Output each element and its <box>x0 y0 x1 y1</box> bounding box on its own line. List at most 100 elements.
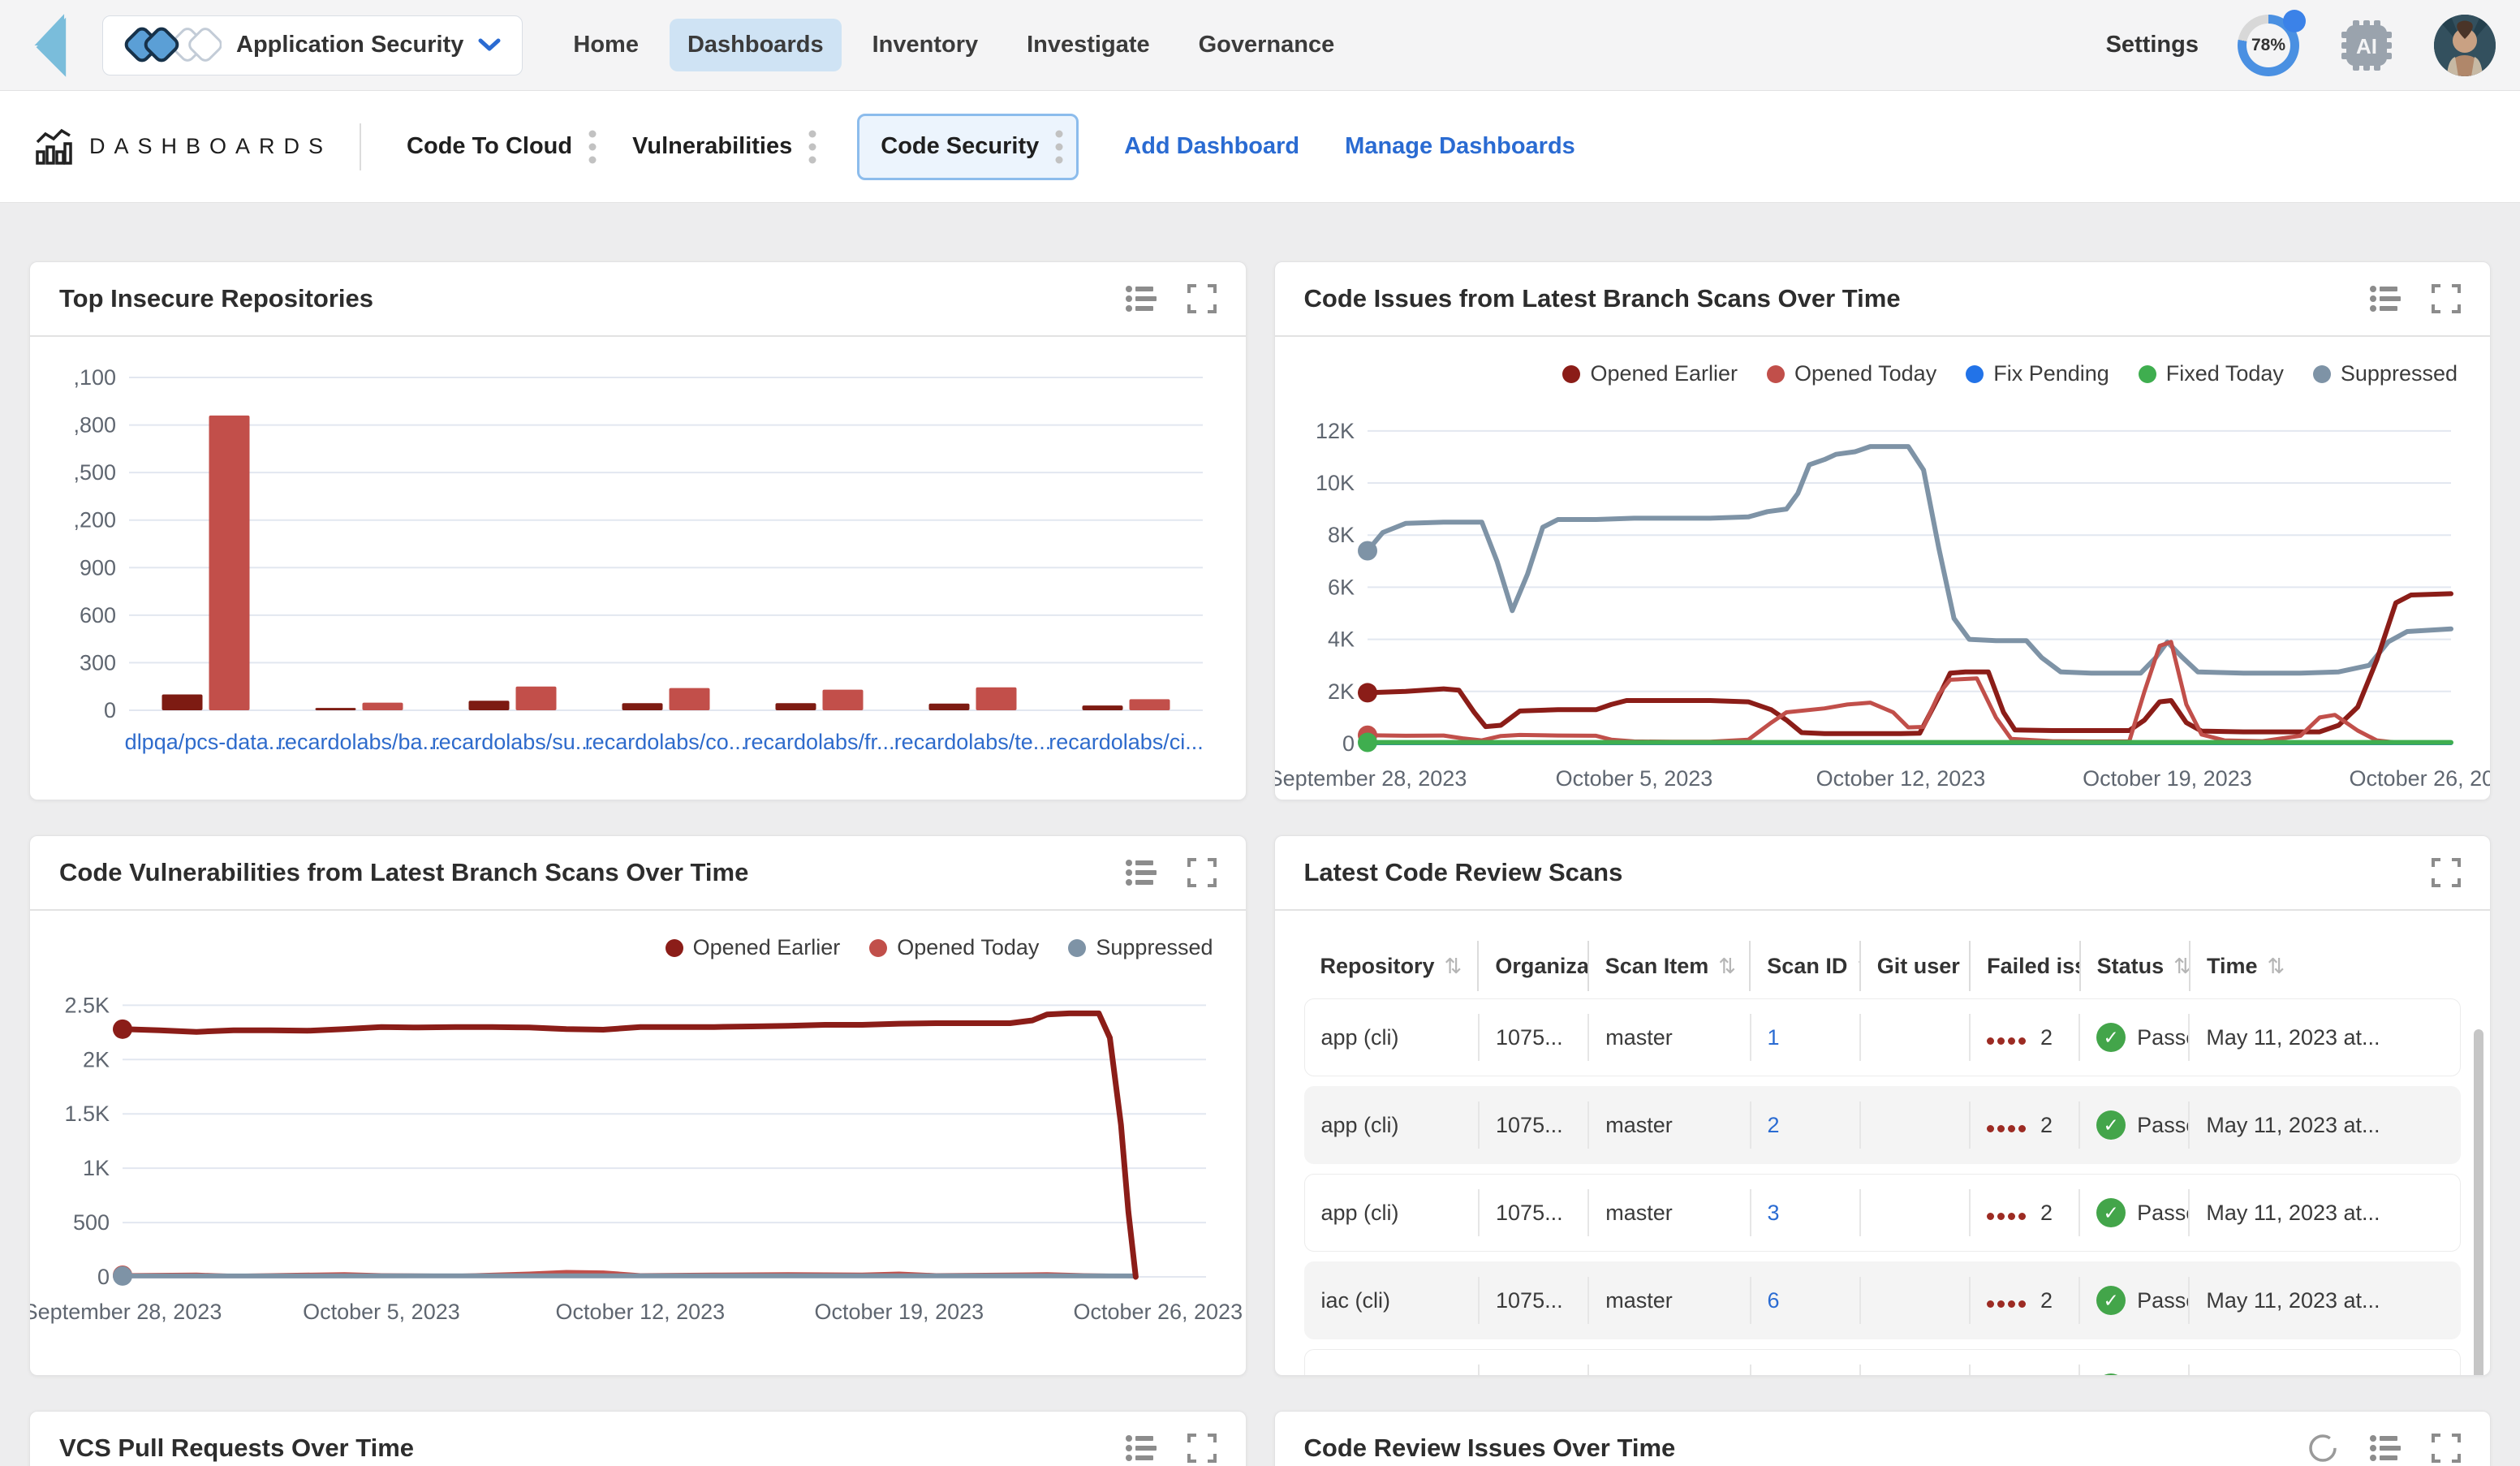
column-header-git_user[interactable]: Git user <box>1859 941 1969 991</box>
cell-organization: 1075... <box>1478 1365 1587 1376</box>
panel-top-insecure-repositories: Top Insecure Repositories 0300600900,200… <box>29 261 1247 800</box>
nav-item-home[interactable]: Home <box>555 19 657 71</box>
usage-progress-ring[interactable]: 78% <box>2238 15 2299 76</box>
list-view-icon[interactable] <box>2370 1434 2401 1462</box>
cell-scan_item: master <box>1587 1189 1749 1236</box>
column-header-repository[interactable]: Repository <box>1304 941 1478 991</box>
svg-text:900: 900 <box>80 555 116 580</box>
panel-code-review-issues: Code Review Issues Over Time <box>1274 1411 2492 1466</box>
list-view-icon[interactable] <box>1126 1434 1157 1462</box>
scan-id-link[interactable]: 1 <box>1768 1376 1780 1377</box>
tab-vulnerabilities[interactable]: Vulnerabilities <box>632 129 816 165</box>
legend-item[interactable]: Suppressed <box>1068 935 1213 960</box>
table-row[interactable]: app (cli)1075...master22✓PassedMay 11, 2… <box>1304 1086 2462 1164</box>
list-view-icon[interactable] <box>2370 285 2401 313</box>
panel-title: VCS Pull Requests Over Time <box>59 1434 414 1463</box>
cell-repository: code (cli) <box>1305 1365 1479 1376</box>
expand-icon[interactable] <box>1187 284 1217 313</box>
ai-assistant-icon[interactable]: AI <box>2338 17 2395 74</box>
expand-icon[interactable] <box>2432 1434 2461 1463</box>
expand-icon[interactable] <box>1187 858 1217 887</box>
column-header-status[interactable]: Status <box>2079 941 2189 991</box>
bar-category-link[interactable]: dlpqa/pcs-data... <box>125 730 287 754</box>
legend-dot-icon <box>1767 365 1785 383</box>
app-selector[interactable]: Application Security <box>102 15 523 75</box>
kebab-menu-icon[interactable] <box>588 129 597 165</box>
settings-link[interactable]: Settings <box>2106 32 2199 58</box>
panel-code-vulnerabilities-over-time: Code Vulnerabilities from Latest Branch … <box>29 835 1247 1376</box>
severity-dots-icon <box>1987 1201 2029 1226</box>
legend-item[interactable]: Opened Earlier <box>666 935 841 960</box>
svg-text:6K: 6K <box>1327 575 1354 599</box>
svg-text:October 12, 2023: October 12, 2023 <box>556 1300 726 1324</box>
nav-item-dashboards[interactable]: Dashboards <box>670 19 842 71</box>
severity-dots-icon <box>1987 1288 2029 1313</box>
nav-item-inventory[interactable]: Inventory <box>855 19 997 71</box>
legend-item[interactable]: Opened Today <box>1767 361 1936 386</box>
expand-icon[interactable] <box>2432 284 2461 313</box>
chart-legend: Opened Earlier Opened Today Fix Pending Fix… <box>1304 361 2458 386</box>
svg-text:2K: 2K <box>83 1047 110 1071</box>
tab-code-security[interactable]: Code Security <box>857 114 1079 180</box>
tab-code-to-cloud[interactable]: Code To Cloud <box>407 129 597 165</box>
legend-item[interactable]: Fix Pending <box>1966 361 2109 386</box>
sort-icon[interactable] <box>2173 954 2189 979</box>
nav-item-governance[interactable]: Governance <box>1181 19 1353 71</box>
table-row[interactable]: app (cli)1075...master12✓PassedMay 11, 2… <box>1304 998 2462 1076</box>
scan-id-link[interactable]: 3 <box>1768 1201 1780 1226</box>
sort-icon[interactable] <box>1445 954 1462 979</box>
legend-dot-icon <box>1068 939 1086 957</box>
legend-item[interactable]: Opened Today <box>869 935 1039 960</box>
kebab-menu-icon[interactable] <box>808 129 816 165</box>
bar-category-link[interactable]: recardolabs/fr... <box>743 730 894 754</box>
svg-text:October 26, 2023: October 26, 2023 <box>1073 1300 1243 1324</box>
nav-item-investigate[interactable]: Investigate <box>1009 19 1168 71</box>
scan-id-link[interactable]: 1 <box>1768 1025 1780 1050</box>
expand-icon[interactable] <box>2432 858 2461 887</box>
cell-repository: app (cli) <box>1305 1014 1479 1061</box>
bar-category-link[interactable]: recardolabs/su... <box>432 730 594 754</box>
table-row[interactable]: code (cli)1075...master110✓PassedMay 12,… <box>1304 1349 2462 1376</box>
modules-icon <box>124 27 222 64</box>
table-row[interactable]: app (cli)1075...master32✓PassedMay 11, 2… <box>1304 1174 2462 1252</box>
manage-dashboards-link[interactable]: Manage Dashboards <box>1345 133 1575 160</box>
list-view-icon[interactable] <box>1126 859 1157 886</box>
svg-text:4K: 4K <box>1327 627 1354 652</box>
table-row[interactable]: iac (cli)1075...master62✓PassedMay 11, 2… <box>1304 1261 2462 1339</box>
bar-chart-top-insecure: 0300600900,200,500,800,100dlpqa/pcs-data… <box>59 337 1217 791</box>
scan-id-link[interactable]: 2 <box>1768 1113 1780 1138</box>
svg-text:300: 300 <box>80 650 116 675</box>
column-header-scan_id[interactable]: Scan ID <box>1749 941 1859 991</box>
expand-icon[interactable] <box>1187 1434 1217 1463</box>
bar-category-link[interactable]: recardolabs/te... <box>894 730 1052 754</box>
svg-text:1.5K: 1.5K <box>64 1102 110 1126</box>
bar-category-link[interactable]: recardolabs/ci... <box>1049 730 1204 754</box>
scan-id-link[interactable]: 6 <box>1768 1288 1780 1313</box>
bar-category-link[interactable]: recardolabs/co... <box>585 730 747 754</box>
column-header-time[interactable]: Time <box>2189 941 2409 991</box>
legend-item[interactable]: Fixed Today <box>2139 361 2284 386</box>
legend-item[interactable]: Suppressed <box>2313 361 2458 386</box>
dashboards-label: DASHBOARDS <box>89 134 332 159</box>
app-selector-label: Application Security <box>236 32 463 58</box>
panel-title: Code Review Issues Over Time <box>1304 1434 1676 1463</box>
sort-icon[interactable] <box>2268 954 2285 979</box>
column-header-failed_issues[interactable]: Failed issues <box>1969 941 2078 991</box>
line-chart-code-vulnerabilities: 05001K1.5K2K2.5KSeptember 28, 2023Octobe… <box>59 960 1217 1342</box>
passed-check-icon: ✓ <box>2096 1373 2126 1376</box>
cell-time: May 11, 2023 at... <box>2188 1277 2407 1324</box>
bar-category-link[interactable]: recardolabs/ba... <box>278 730 441 754</box>
table-scrollbar[interactable] <box>2474 1029 2483 1376</box>
sort-icon[interactable] <box>1718 954 1736 979</box>
cell-repository: app (cli) <box>1305 1102 1479 1149</box>
cell-scan_id: 3 <box>1750 1189 1859 1236</box>
column-header-organization[interactable]: Organization <box>1477 941 1587 991</box>
svg-text:10K: 10K <box>1315 471 1354 495</box>
user-avatar[interactable] <box>2434 15 2496 76</box>
legend-item[interactable]: Opened Earlier <box>1562 361 1738 386</box>
list-view-icon[interactable] <box>1126 285 1157 313</box>
kebab-menu-icon[interactable] <box>1055 129 1063 165</box>
column-header-scan_item[interactable]: Scan Item <box>1587 941 1750 991</box>
add-dashboard-link[interactable]: Add Dashboard <box>1124 133 1299 160</box>
cell-failed_issues: 2 <box>1969 1277 2078 1324</box>
